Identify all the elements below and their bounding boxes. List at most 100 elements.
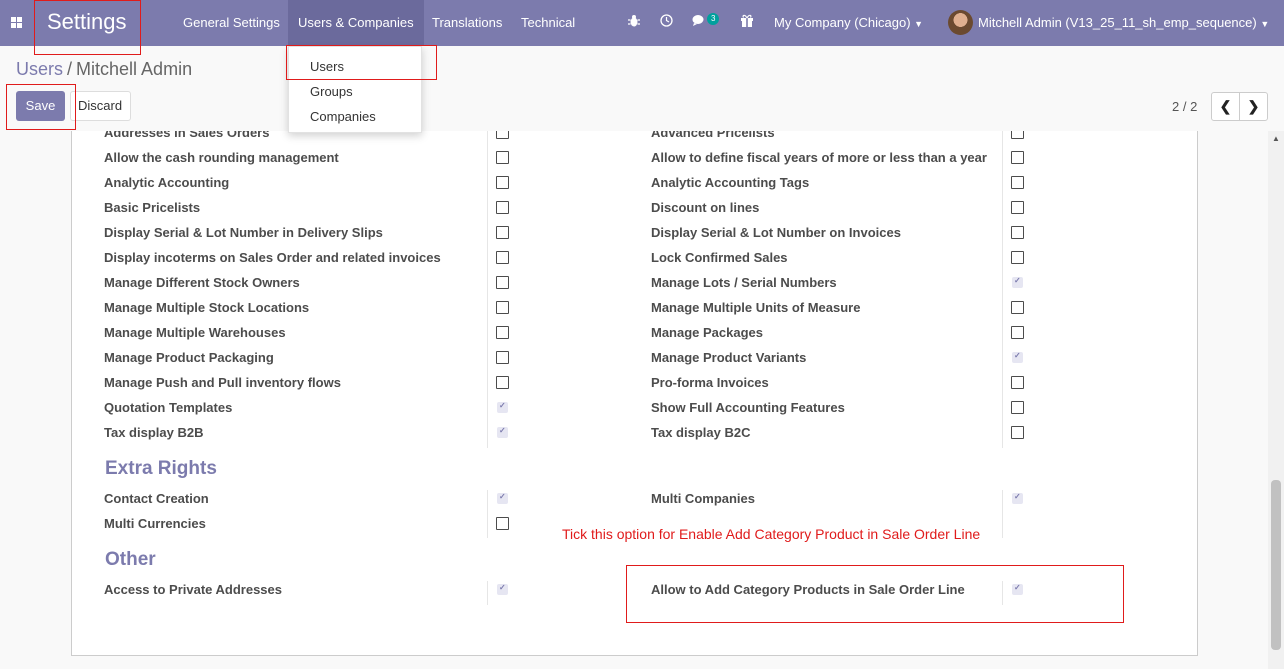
field-checkbox[interactable] bbox=[496, 276, 509, 289]
menu-users-companies[interactable]: Users & Companies bbox=[288, 0, 424, 46]
field-checkbox[interactable] bbox=[1011, 301, 1024, 314]
field-label: Quotation Templates bbox=[104, 400, 233, 415]
annotation-note: Tick this option for Enable Add Category… bbox=[562, 526, 981, 542]
highlight-settings bbox=[34, 0, 141, 55]
field-label: Display incoterms on Sales Order and rel… bbox=[104, 250, 441, 265]
company-switcher[interactable]: My Company (Chicago) ▼ bbox=[774, 15, 923, 30]
field-label: Allow the cash rounding management bbox=[104, 150, 339, 165]
field-label: Analytic Accounting Tags bbox=[651, 175, 810, 190]
caret-down-icon: ▼ bbox=[1260, 19, 1270, 29]
field-label: Basic Pricelists bbox=[104, 200, 201, 215]
menu-translations[interactable]: Translations bbox=[422, 0, 512, 46]
field-checkbox[interactable] bbox=[496, 351, 509, 364]
user-name: Mitchell Admin (V13_25_11_sh_emp_sequenc… bbox=[978, 15, 1257, 30]
scroll-thumb[interactable] bbox=[1271, 480, 1281, 650]
user-menu[interactable]: Mitchell Admin (V13_25_11_sh_emp_sequenc… bbox=[978, 15, 1269, 30]
field-checkbox[interactable] bbox=[496, 226, 509, 239]
field-checkbox[interactable] bbox=[1012, 492, 1023, 504]
breadcrumb-separator: / bbox=[67, 59, 73, 79]
field-label: Allow to define fiscal years of more or … bbox=[651, 150, 987, 165]
dropdown-item-companies[interactable]: Companies bbox=[289, 104, 421, 129]
field-checkbox[interactable] bbox=[1011, 201, 1024, 214]
field-checkbox[interactable] bbox=[1011, 151, 1024, 164]
dropdown-item-groups[interactable]: Groups bbox=[289, 79, 421, 104]
field-checkbox[interactable] bbox=[496, 326, 509, 339]
field-checkbox[interactable] bbox=[1011, 251, 1024, 264]
field-checkbox[interactable] bbox=[497, 426, 508, 438]
field-checkbox[interactable] bbox=[1011, 226, 1024, 239]
field-checkbox[interactable] bbox=[496, 151, 509, 164]
scrollbar[interactable]: ▲ bbox=[1268, 131, 1284, 669]
field-checkbox[interactable] bbox=[496, 131, 509, 139]
field-checkbox[interactable] bbox=[1011, 326, 1024, 339]
field-checkbox[interactable] bbox=[1011, 401, 1024, 414]
field-label: Tax display B2C bbox=[651, 425, 751, 440]
clock-icon[interactable] bbox=[660, 14, 673, 30]
field-checkbox[interactable] bbox=[1011, 376, 1024, 389]
chat-icon[interactable] bbox=[692, 14, 707, 30]
scroll-up-icon[interactable]: ▲ bbox=[1272, 134, 1280, 143]
field-label: Manage Different Stock Owners bbox=[104, 275, 300, 290]
user-avatar[interactable] bbox=[948, 10, 973, 35]
apps-menu-icon[interactable] bbox=[11, 17, 22, 28]
top-navbar: Settings General Settings Users & Compan… bbox=[0, 0, 1284, 46]
field-label: Manage Push and Pull inventory flows bbox=[104, 375, 341, 390]
field-label: Lock Confirmed Sales bbox=[651, 250, 788, 265]
breadcrumb: Users / Mitchell Admin bbox=[16, 59, 192, 80]
field-checkbox[interactable] bbox=[496, 376, 509, 389]
column-separator bbox=[487, 490, 488, 538]
field-label: Manage Lots / Serial Numbers bbox=[651, 275, 837, 290]
highlight-save-button bbox=[6, 84, 76, 130]
field-checkbox[interactable] bbox=[496, 251, 509, 264]
field-checkbox[interactable] bbox=[496, 176, 509, 189]
field-checkbox[interactable] bbox=[1011, 176, 1024, 189]
pager-buttons: ❮ ❯ bbox=[1211, 92, 1268, 121]
highlight-users-item bbox=[286, 45, 437, 80]
field-label: Access to Private Addresses bbox=[104, 582, 283, 597]
field-label: Addresses in Sales Orders bbox=[104, 131, 270, 140]
gift-icon[interactable] bbox=[740, 14, 754, 30]
highlight-category-option bbox=[626, 565, 1124, 623]
field-checkbox[interactable] bbox=[497, 583, 508, 595]
field-checkbox[interactable] bbox=[496, 301, 509, 314]
menu-general-settings[interactable]: General Settings bbox=[173, 0, 290, 46]
field-label: Multi Companies bbox=[651, 491, 756, 506]
section-extra-rights: Extra Rights bbox=[105, 458, 217, 479]
column-separator bbox=[487, 581, 488, 605]
field-label: Discount on lines bbox=[651, 200, 760, 215]
field-checkbox[interactable] bbox=[497, 492, 508, 504]
discard-button[interactable]: Discard bbox=[70, 91, 131, 121]
field-label: Manage Multiple Units of Measure bbox=[651, 300, 861, 315]
field-checkbox[interactable] bbox=[496, 201, 509, 214]
breadcrumb-users-link[interactable]: Users bbox=[16, 59, 63, 79]
field-label: Display Serial & Lot Number in Delivery … bbox=[104, 225, 383, 240]
caret-down-icon: ▼ bbox=[914, 19, 924, 29]
breadcrumb-current: Mitchell Admin bbox=[76, 59, 193, 79]
field-label: Contact Creation bbox=[104, 491, 209, 506]
field-checkbox[interactable] bbox=[497, 401, 508, 413]
field-checkbox[interactable] bbox=[1012, 276, 1023, 288]
bug-icon[interactable] bbox=[628, 14, 640, 30]
field-label: Advanced Pricelists bbox=[651, 131, 775, 140]
field-checkbox[interactable] bbox=[1011, 426, 1024, 439]
column-separator bbox=[487, 131, 488, 448]
section-other: Other bbox=[105, 549, 156, 570]
pager-value: 2 / 2 bbox=[1172, 99, 1198, 114]
field-label: Pro-forma Invoices bbox=[651, 375, 769, 390]
field-label: Manage Product Variants bbox=[651, 350, 807, 365]
column-separator bbox=[1002, 131, 1003, 448]
chevron-right-icon[interactable]: ❯ bbox=[1240, 93, 1267, 120]
field-checkbox[interactable] bbox=[496, 517, 509, 530]
field-label: Analytic Accounting bbox=[104, 175, 230, 190]
company-name: My Company (Chicago) bbox=[774, 15, 911, 30]
field-label: Multi Currencies bbox=[104, 516, 206, 531]
field-checkbox[interactable] bbox=[1011, 131, 1024, 139]
field-label: Manage Multiple Stock Locations bbox=[104, 300, 310, 315]
column-separator bbox=[1002, 490, 1003, 538]
field-label: Manage Packages bbox=[651, 325, 764, 340]
field-label: Display Serial & Lot Number on Invoices bbox=[651, 225, 901, 240]
field-checkbox[interactable] bbox=[1012, 351, 1023, 363]
menu-technical[interactable]: Technical bbox=[511, 0, 585, 46]
chevron-left-icon[interactable]: ❮ bbox=[1212, 93, 1240, 120]
field-label: Show Full Accounting Features bbox=[651, 400, 845, 415]
